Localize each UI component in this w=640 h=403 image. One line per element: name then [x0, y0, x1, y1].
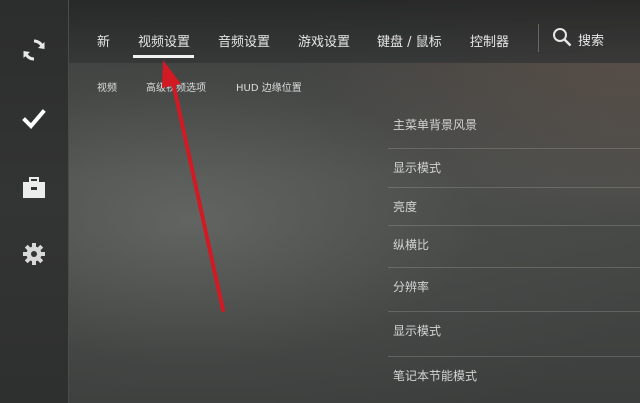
sidebar — [0, 0, 69, 403]
settings-list: 主菜单背景风景 显示模式 亮度 纵横比 分辨率 显示模式 笔记本节能模式 — [388, 106, 640, 403]
tab-keyboard-mouse[interactable]: 键盘 / 鼠标 — [377, 31, 442, 50]
tab-new[interactable]: 新 — [97, 31, 110, 50]
subtab-hud-edge-position[interactable]: HUD 边缘位置 — [236, 79, 302, 94]
setting-row-brightness[interactable]: 亮度 — [388, 187, 640, 226]
setting-row-laptop-power-saving[interactable]: 笔记本节能模式 — [388, 356, 640, 395]
subtab-advanced-video[interactable]: 高级视频选项 — [146, 79, 206, 94]
setting-row-aspect-ratio[interactable]: 纵横比 — [388, 225, 640, 264]
subtab-video[interactable]: 视频 — [97, 79, 117, 94]
tab-controller[interactable]: 控制器 — [470, 31, 509, 50]
top-nav: 新 视频设置 音频设置 游戏设置 键盘 / 鼠标 控制器 搜索 — [69, 0, 640, 63]
setting-label: 分辨率 — [393, 280, 430, 294]
setting-label: 显示模式 — [393, 324, 442, 338]
setting-row-main-menu-background[interactable]: 主菜单背景风景 — [388, 106, 640, 144]
search-button[interactable]: 搜索 — [552, 27, 604, 51]
setting-label: 亮度 — [393, 200, 418, 214]
briefcase-icon[interactable] — [18, 172, 50, 204]
tab-game-settings[interactable]: 游戏设置 — [298, 31, 350, 50]
setting-label: 笔记本节能模式 — [393, 369, 478, 383]
refresh-icon[interactable] — [18, 34, 50, 66]
gear-icon[interactable] — [18, 238, 50, 270]
setting-label: 纵横比 — [393, 238, 430, 252]
active-tab-indicator — [133, 55, 194, 58]
setting-row-resolution[interactable]: 分辨率 — [388, 267, 640, 306]
tab-video-settings[interactable]: 视频设置 — [138, 31, 190, 50]
search-icon — [552, 27, 572, 51]
tab-audio-settings[interactable]: 音频设置 — [218, 31, 270, 50]
setting-label: 主菜单背景风景 — [393, 118, 478, 132]
nav-divider — [538, 24, 539, 52]
sub-nav: 视频 高级视频选项 HUD 边缘位置 — [69, 63, 640, 105]
setting-row-display-mode[interactable]: 显示模式 — [388, 148, 640, 187]
setting-label: 显示模式 — [393, 161, 442, 175]
check-icon[interactable] — [18, 103, 50, 135]
setting-row-display-mode-2[interactable]: 显示模式 — [388, 311, 640, 350]
search-label: 搜索 — [578, 33, 605, 49]
